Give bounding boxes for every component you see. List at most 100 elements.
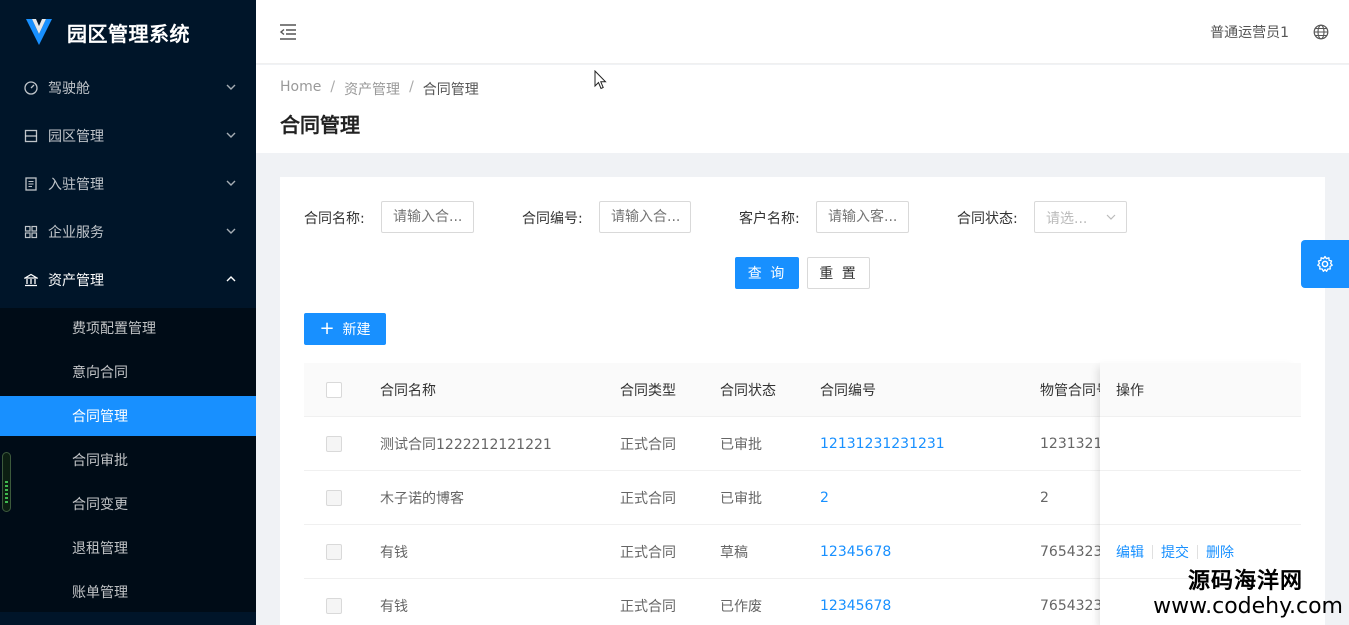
menu-item-assets[interactable]: 资产管理 xyxy=(0,256,256,304)
contract-number-input[interactable] xyxy=(599,201,691,233)
cell-contract-type: 正式合同 xyxy=(620,437,676,453)
cell-property-contract-number: 765432345 xyxy=(1040,544,1102,560)
cell-property-contract-number: 765432345 xyxy=(1040,598,1102,614)
menu-label: 企业服务 xyxy=(48,225,104,241)
breadcrumb-separator: / xyxy=(409,79,414,95)
delete-link[interactable]: 删除 xyxy=(1206,542,1234,562)
submenu-item-rent-return[interactable]: 退租管理 xyxy=(0,528,256,568)
contract-status-select[interactable]: 请选... xyxy=(1034,201,1127,233)
new-button-label: 新建 xyxy=(342,322,371,338)
cell-contract-number-link[interactable]: 12131231231231 xyxy=(820,417,945,471)
customer-name-label: 客户名称: xyxy=(739,211,800,227)
reset-button[interactable]: 重 置 xyxy=(807,257,870,289)
new-button[interactable]: + 新建 xyxy=(304,313,386,345)
logo-icon xyxy=(26,19,52,45)
menu-fold-icon[interactable] xyxy=(278,22,298,42)
breadcrumb-home[interactable]: Home xyxy=(280,79,321,99)
row-checkbox-cell xyxy=(326,525,342,579)
appstore-icon xyxy=(24,225,38,239)
menu-item-settle[interactable]: 入驻管理 xyxy=(0,160,256,208)
cell-contract-type: 正式合同 xyxy=(620,491,676,507)
watermark-url: www.codehy.com xyxy=(1153,594,1343,619)
row-checkbox[interactable] xyxy=(326,490,342,506)
cell-contract-number-link[interactable]: 12345678 xyxy=(820,579,891,625)
file-icon xyxy=(24,177,38,191)
contract-name-label: 合同名称: xyxy=(304,211,365,227)
contract-name-input[interactable] xyxy=(381,201,474,233)
cell-property-contract-number: 2 xyxy=(1040,490,1049,506)
menu-item-enterprise[interactable]: 企业服务 xyxy=(0,208,256,256)
row-checkbox[interactable] xyxy=(326,544,342,560)
submenu-assets: 费项配置管理 意向合同 合同管理 合同审批 合同变更 退租管理 账单管理 xyxy=(0,308,256,612)
submenu-item-contract-change[interactable]: 合同变更 xyxy=(0,484,256,524)
menu-label: 资产管理 xyxy=(48,273,104,289)
filter-form: 合同名称: 合同编号: 客户名称: 合同状态: 请选... xyxy=(280,201,1325,233)
settings-drawer-button[interactable] xyxy=(1301,240,1349,288)
scrollbar-thumb[interactable] xyxy=(2,452,11,512)
header-contract-number: 合同编号 xyxy=(820,383,876,399)
chevron-down-icon xyxy=(1106,214,1116,220)
cell-contract-status: 已审批 xyxy=(720,491,762,507)
cell-contract-status: 已作废 xyxy=(720,599,762,615)
page-header: Home / 资产管理 / 合同管理 合同管理 xyxy=(256,65,1349,153)
contract-table: 合同名称 合同类型 合同状态 合同编号 物管合同号 测试合同1222212121… xyxy=(304,363,1301,625)
breadcrumb-assets[interactable]: 资产管理 xyxy=(344,79,400,99)
menu-label: 驾驶舱 xyxy=(48,81,90,97)
chevron-down-icon xyxy=(226,228,236,234)
logo-text: 园区管理系统 xyxy=(67,21,190,46)
menu-item-cockpit[interactable]: 驾驶舱 xyxy=(0,64,256,112)
page-title: 合同管理 xyxy=(280,113,360,137)
cell-contract-status: 已审批 xyxy=(720,437,762,453)
cell-contract-name: 测试合同1222212121221 xyxy=(380,437,552,453)
breadcrumb-separator: / xyxy=(330,79,336,95)
chevron-down-icon xyxy=(226,180,236,186)
submenu-item-contract-approval[interactable]: 合同审批 xyxy=(0,440,256,480)
submenu-item-intent-contract[interactable]: 意向合同 xyxy=(0,352,256,392)
contract-status-label: 合同状态: xyxy=(957,211,1018,227)
action-divider xyxy=(1152,544,1153,559)
action-divider xyxy=(1197,544,1198,559)
mouse-cursor-icon xyxy=(594,70,607,90)
row-checkbox-cell xyxy=(326,471,342,525)
header-contract-name: 合同名称 xyxy=(380,383,436,399)
submenu-item-bill[interactable]: 账单管理 xyxy=(0,572,256,612)
query-button[interactable]: 查 询 xyxy=(735,257,799,289)
header-contract-type: 合同类型 xyxy=(620,383,676,399)
dashboard-icon xyxy=(24,81,38,95)
cell-contract-number-link[interactable]: 2 xyxy=(820,471,829,525)
row-checkbox-cell xyxy=(326,417,342,471)
row-checkbox-cell xyxy=(326,579,342,625)
cell-contract-number-link[interactable]: 12345678 xyxy=(820,525,891,579)
chevron-down-icon xyxy=(226,84,236,90)
row-checkbox[interactable] xyxy=(326,598,342,614)
sidebar: 园区管理系统 驾驶舱 园区管理 入驻管理 企业服务 资产管理 费项配置管理 意向… xyxy=(0,0,256,625)
cell-property-contract-number: 1231321231 xyxy=(1040,436,1102,452)
cell-contract-name: 有钱 xyxy=(380,545,408,561)
select-placeholder: 请选... xyxy=(1046,211,1088,227)
chevron-down-icon xyxy=(226,132,236,138)
contract-number-label: 合同编号: xyxy=(522,211,583,227)
logo[interactable]: 园区管理系统 xyxy=(0,0,256,64)
select-all-cell xyxy=(326,363,342,417)
top-header: 普通运营员1 xyxy=(256,0,1349,64)
bank-icon xyxy=(24,273,38,287)
submit-link[interactable]: 提交 xyxy=(1161,542,1189,562)
select-all-checkbox[interactable] xyxy=(326,382,342,398)
cell-contract-type: 正式合同 xyxy=(620,545,676,561)
content-card: 合同名称: 合同编号: 客户名称: 合同状态: 请选... 查 询 重 置 + … xyxy=(280,177,1325,625)
cell-contract-name: 有钱 xyxy=(380,599,408,615)
user-name[interactable]: 普通运营员1 xyxy=(1210,22,1289,42)
cell-contract-name: 木子诺的博客 xyxy=(380,491,464,507)
submenu-item-contract-management[interactable]: 合同管理 xyxy=(0,396,256,436)
globe-icon[interactable] xyxy=(1313,24,1329,40)
customer-name-input[interactable] xyxy=(816,201,909,233)
chevron-up-icon xyxy=(226,276,236,282)
action-cell xyxy=(1100,417,1301,471)
submenu-item-fee-config[interactable]: 费项配置管理 xyxy=(0,308,256,348)
menu-item-park[interactable]: 园区管理 xyxy=(0,112,256,160)
menu-label: 入驻管理 xyxy=(48,177,104,193)
header-property-contract-number: 物管合同号 xyxy=(1040,383,1102,399)
row-checkbox[interactable] xyxy=(326,436,342,452)
edit-link[interactable]: 编辑 xyxy=(1116,542,1144,562)
watermark: 源码海洋网 www.codehy.com xyxy=(1153,569,1343,619)
